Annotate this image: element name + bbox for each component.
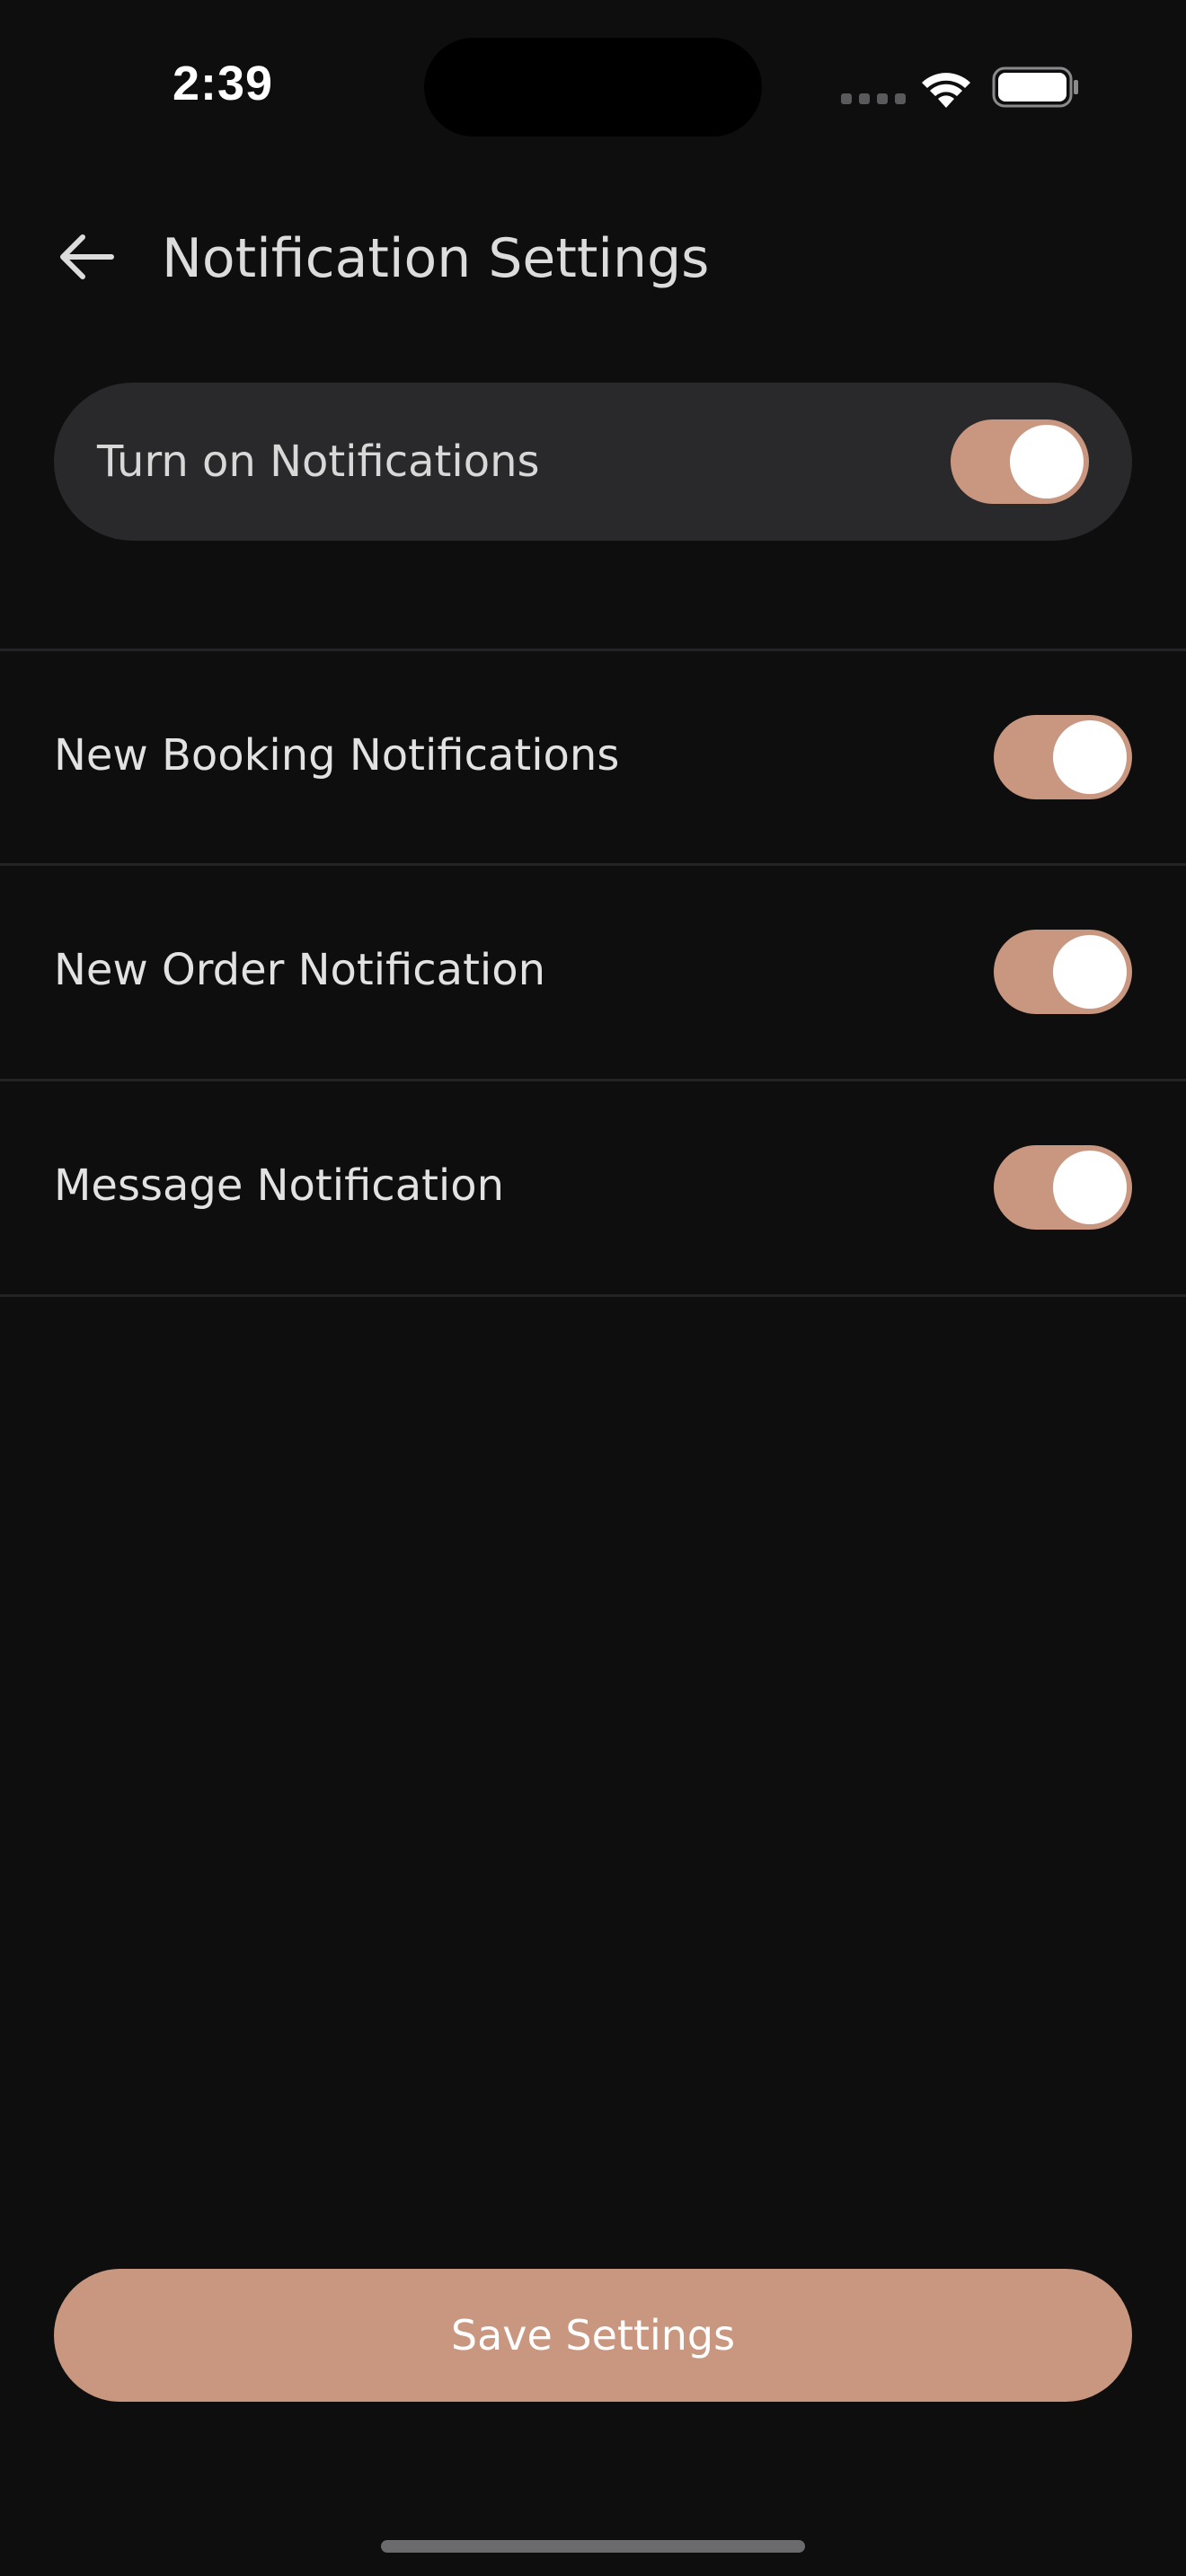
master-notifications-label: Turn on Notifications [97, 437, 540, 487]
toggle-knob [1053, 720, 1127, 794]
save-settings-button[interactable]: Save Settings [54, 2269, 1132, 2402]
arrow-left-icon[interactable] [54, 230, 119, 284]
setting-row-new-order: New Order Notification [0, 866, 1186, 1078]
page-title: Notification Settings [162, 227, 710, 290]
master-notifications-card: Turn on Notifications [54, 383, 1132, 541]
toggle-knob [1053, 935, 1127, 1009]
setting-row-new-booking: New Booking Notifications [0, 651, 1186, 863]
setting-row-message: Message Notification [0, 1081, 1186, 1293]
status-time: 2:39 [173, 57, 274, 110]
master-notifications-toggle[interactable] [951, 419, 1089, 504]
setting-label-message: Message Notification [54, 1160, 505, 1211]
setting-label-new-booking: New Booking Notifications [54, 730, 620, 781]
cellular-signal-icon [841, 93, 906, 104]
new-booking-toggle[interactable] [994, 715, 1132, 799]
battery-icon [992, 66, 1078, 108]
dynamic-island [424, 38, 762, 137]
toggle-knob [1053, 1151, 1127, 1224]
message-toggle[interactable] [994, 1145, 1132, 1230]
toggle-knob [1010, 425, 1084, 498]
home-indicator[interactable] [381, 2540, 805, 2553]
divider [0, 1294, 1186, 1297]
new-order-toggle[interactable] [994, 930, 1132, 1014]
setting-label-new-order: New Order Notification [54, 945, 546, 995]
wifi-icon [922, 73, 970, 108]
